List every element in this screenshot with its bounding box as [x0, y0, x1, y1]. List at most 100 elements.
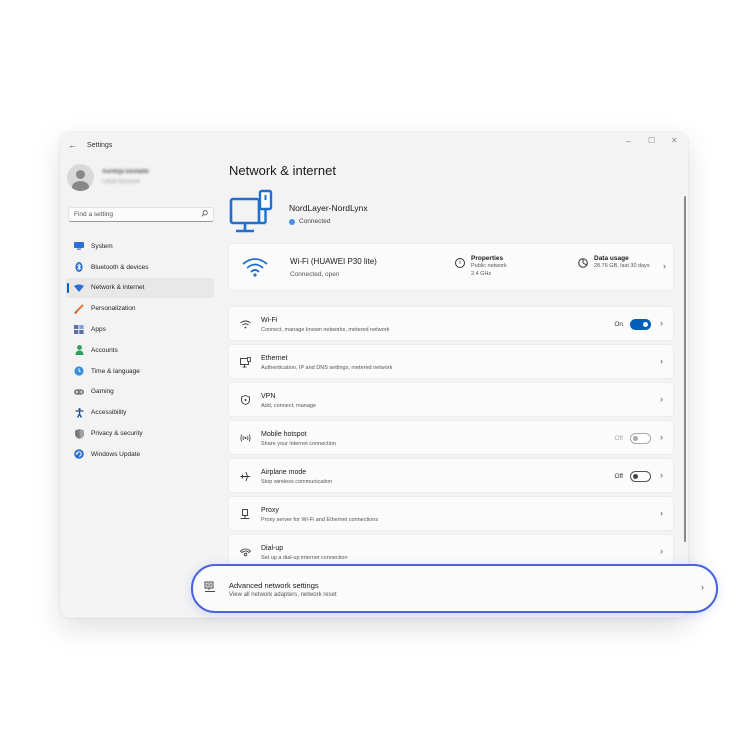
- window-title: Settings: [87, 141, 113, 149]
- toggle-switch[interactable]: [630, 471, 651, 482]
- row-title: Dial-up: [261, 545, 284, 552]
- wifi-network-status: Connected, open: [290, 271, 340, 278]
- row-description: Set up a dial-up internet connection: [261, 555, 348, 561]
- chevron-right-icon: ›: [660, 394, 663, 404]
- proxy-icon: [239, 508, 251, 520]
- chevron-right-icon: ›: [660, 432, 663, 442]
- monitor-icon: [74, 241, 84, 251]
- sidebar-item-privacy[interactable]: Privacy & security: [66, 423, 214, 444]
- properties-network-type: Public network: [471, 263, 507, 269]
- minimize-button[interactable]: –: [626, 136, 631, 146]
- maximize-button[interactable]: ☐: [648, 136, 655, 145]
- row-title: Proxy: [261, 507, 279, 514]
- apps-icon: [74, 325, 84, 335]
- row-title: VPN: [261, 393, 276, 400]
- row-title: Airplane mode: [261, 469, 307, 476]
- row-description: Authentication, IP and DNS settings, met…: [261, 365, 393, 371]
- row-description: View all network adapters, network reset: [229, 592, 337, 598]
- advanced-network-settings-row[interactable]: Advanced network settings View all netwo…: [191, 564, 718, 613]
- sidebar-item-personalization[interactable]: Personalization: [66, 298, 214, 319]
- sidebar-item-label: Gaming: [91, 388, 114, 396]
- sidebar-nav: System Bluetooth & devices Network & int…: [66, 236, 214, 465]
- ethernet-adapter-icon: [229, 189, 273, 233]
- row-title: Wi-Fi: [261, 317, 278, 324]
- sidebar-item-label: Apps: [91, 326, 106, 334]
- sidebar-item-bluetooth[interactable]: Bluetooth & devices: [66, 257, 214, 278]
- vpn-shield-icon: [239, 394, 251, 406]
- data-usage-text: Data usage 28.76 GB, last 30 days: [594, 255, 650, 270]
- connection-status-text: Connected: [299, 218, 331, 225]
- sidebar-item-network[interactable]: Network & internet: [66, 277, 214, 299]
- sidebar-item-time-language[interactable]: Time & language: [66, 361, 214, 382]
- page-title: Network & internet: [229, 163, 336, 178]
- chevron-right-icon: ›: [701, 582, 704, 592]
- airplane-mode-row[interactable]: Airplane mode Stop wireless communicatio…: [228, 458, 674, 493]
- wifi-status-card: Wi-Fi (HUAWEI P30 lite) Connected, open …: [228, 243, 674, 291]
- sidebar-item-accessibility[interactable]: Accessibility: [66, 402, 214, 423]
- sidebar-item-label: Network & internet: [91, 284, 145, 292]
- connection-name: NordLayer-NordLynx: [289, 203, 368, 213]
- wifi-diamond-icon: [74, 283, 84, 293]
- hotspot-icon: [239, 432, 251, 444]
- info-icon: i: [455, 258, 465, 268]
- sidebar-item-label: Personalization: [91, 305, 136, 313]
- row-title: Ethernet: [261, 355, 288, 362]
- sidebar-item-gaming[interactable]: Gaming: [66, 382, 214, 403]
- scrollbar[interactable]: [684, 196, 686, 542]
- airplane-icon: [239, 470, 251, 482]
- ethernet-row[interactable]: Ethernet Authentication, IP and DNS sett…: [228, 344, 674, 379]
- update-icon: [74, 449, 84, 460]
- settings-window: ← Settings – ☐ ✕ Aurelija Ekstaite Local…: [60, 132, 688, 618]
- properties-button[interactable]: i Properties Public network 2.4 GHz: [455, 255, 507, 278]
- avatar: [67, 163, 94, 191]
- chevron-right-icon: ›: [660, 318, 663, 328]
- wifi-toggle[interactable]: On: [614, 319, 651, 330]
- toggle-state-label: Off: [614, 435, 623, 442]
- accessibility-icon: [74, 407, 84, 418]
- chevron-right-icon: ›: [660, 546, 663, 556]
- toggle-state-label: Off: [614, 473, 623, 480]
- settings-list: Wi-Fi Connect, manage known networks, me…: [228, 306, 674, 572]
- row-title: Advanced network settings: [229, 581, 319, 590]
- profile-email: Local Account: [102, 179, 140, 185]
- toggle-switch[interactable]: [630, 433, 651, 444]
- row-description: Share your internet connection: [261, 441, 336, 447]
- data-usage-title: Data usage: [594, 255, 629, 262]
- sidebar-item-apps[interactable]: Apps: [66, 319, 214, 340]
- chevron-right-icon: ›: [663, 261, 666, 271]
- person-icon: [74, 345, 84, 356]
- vpn-row[interactable]: VPN Add, connect, manage ›: [228, 382, 674, 417]
- data-usage-button[interactable]: Data usage 28.76 GB, last 30 days: [578, 255, 650, 270]
- properties-text: Properties Public network 2.4 GHz: [471, 255, 507, 278]
- sidebar-item-windows-update[interactable]: Windows Update: [66, 444, 214, 465]
- wifi-network-name: Wi-Fi (HUAWEI P30 lite): [290, 257, 377, 266]
- toggle-switch[interactable]: [630, 319, 651, 330]
- close-button[interactable]: ✕: [671, 136, 678, 145]
- sidebar-item-label: Privacy & security: [91, 430, 143, 438]
- profile-card[interactable]: Aurelija Ekstaite Local Account: [67, 158, 213, 196]
- profile-name: Aurelija Ekstaite: [102, 169, 149, 175]
- wifi-signal-icon: [242, 258, 268, 277]
- connected-status-icon: [289, 218, 295, 225]
- dial-up-icon: [239, 546, 251, 558]
- chevron-right-icon: ›: [660, 470, 663, 480]
- back-arrow-icon[interactable]: ←: [68, 140, 82, 150]
- bluetooth-icon: [74, 262, 84, 273]
- row-title: Mobile hotspot: [261, 431, 307, 438]
- sidebar-item-accounts[interactable]: Accounts: [66, 340, 214, 361]
- mobile-hotspot-row[interactable]: Mobile hotspot Share your internet conne…: [228, 420, 674, 455]
- proxy-row[interactable]: Proxy Proxy server for Wi-Fi and Etherne…: [228, 496, 674, 531]
- mobile-hotspot-toggle[interactable]: Off: [614, 433, 651, 444]
- airplane-mode-toggle[interactable]: Off: [614, 471, 651, 482]
- search-input[interactable]: Find a setting: [68, 207, 214, 222]
- search-icon: [201, 210, 208, 219]
- wifi-row[interactable]: Wi-Fi Connect, manage known networks, me…: [228, 306, 674, 341]
- data-usage-icon: [578, 258, 588, 268]
- properties-band: 2.4 GHz: [471, 271, 492, 277]
- row-description: Proxy server for Wi-Fi and Ethernet conn…: [261, 517, 379, 523]
- title-bar: ← Settings: [60, 132, 688, 158]
- row-description: Add, connect, manage: [261, 403, 317, 409]
- sidebar-item-label: System: [91, 242, 113, 250]
- sidebar-item-system[interactable]: System: [66, 236, 214, 257]
- sidebar-item-label: Accessibility: [91, 409, 127, 417]
